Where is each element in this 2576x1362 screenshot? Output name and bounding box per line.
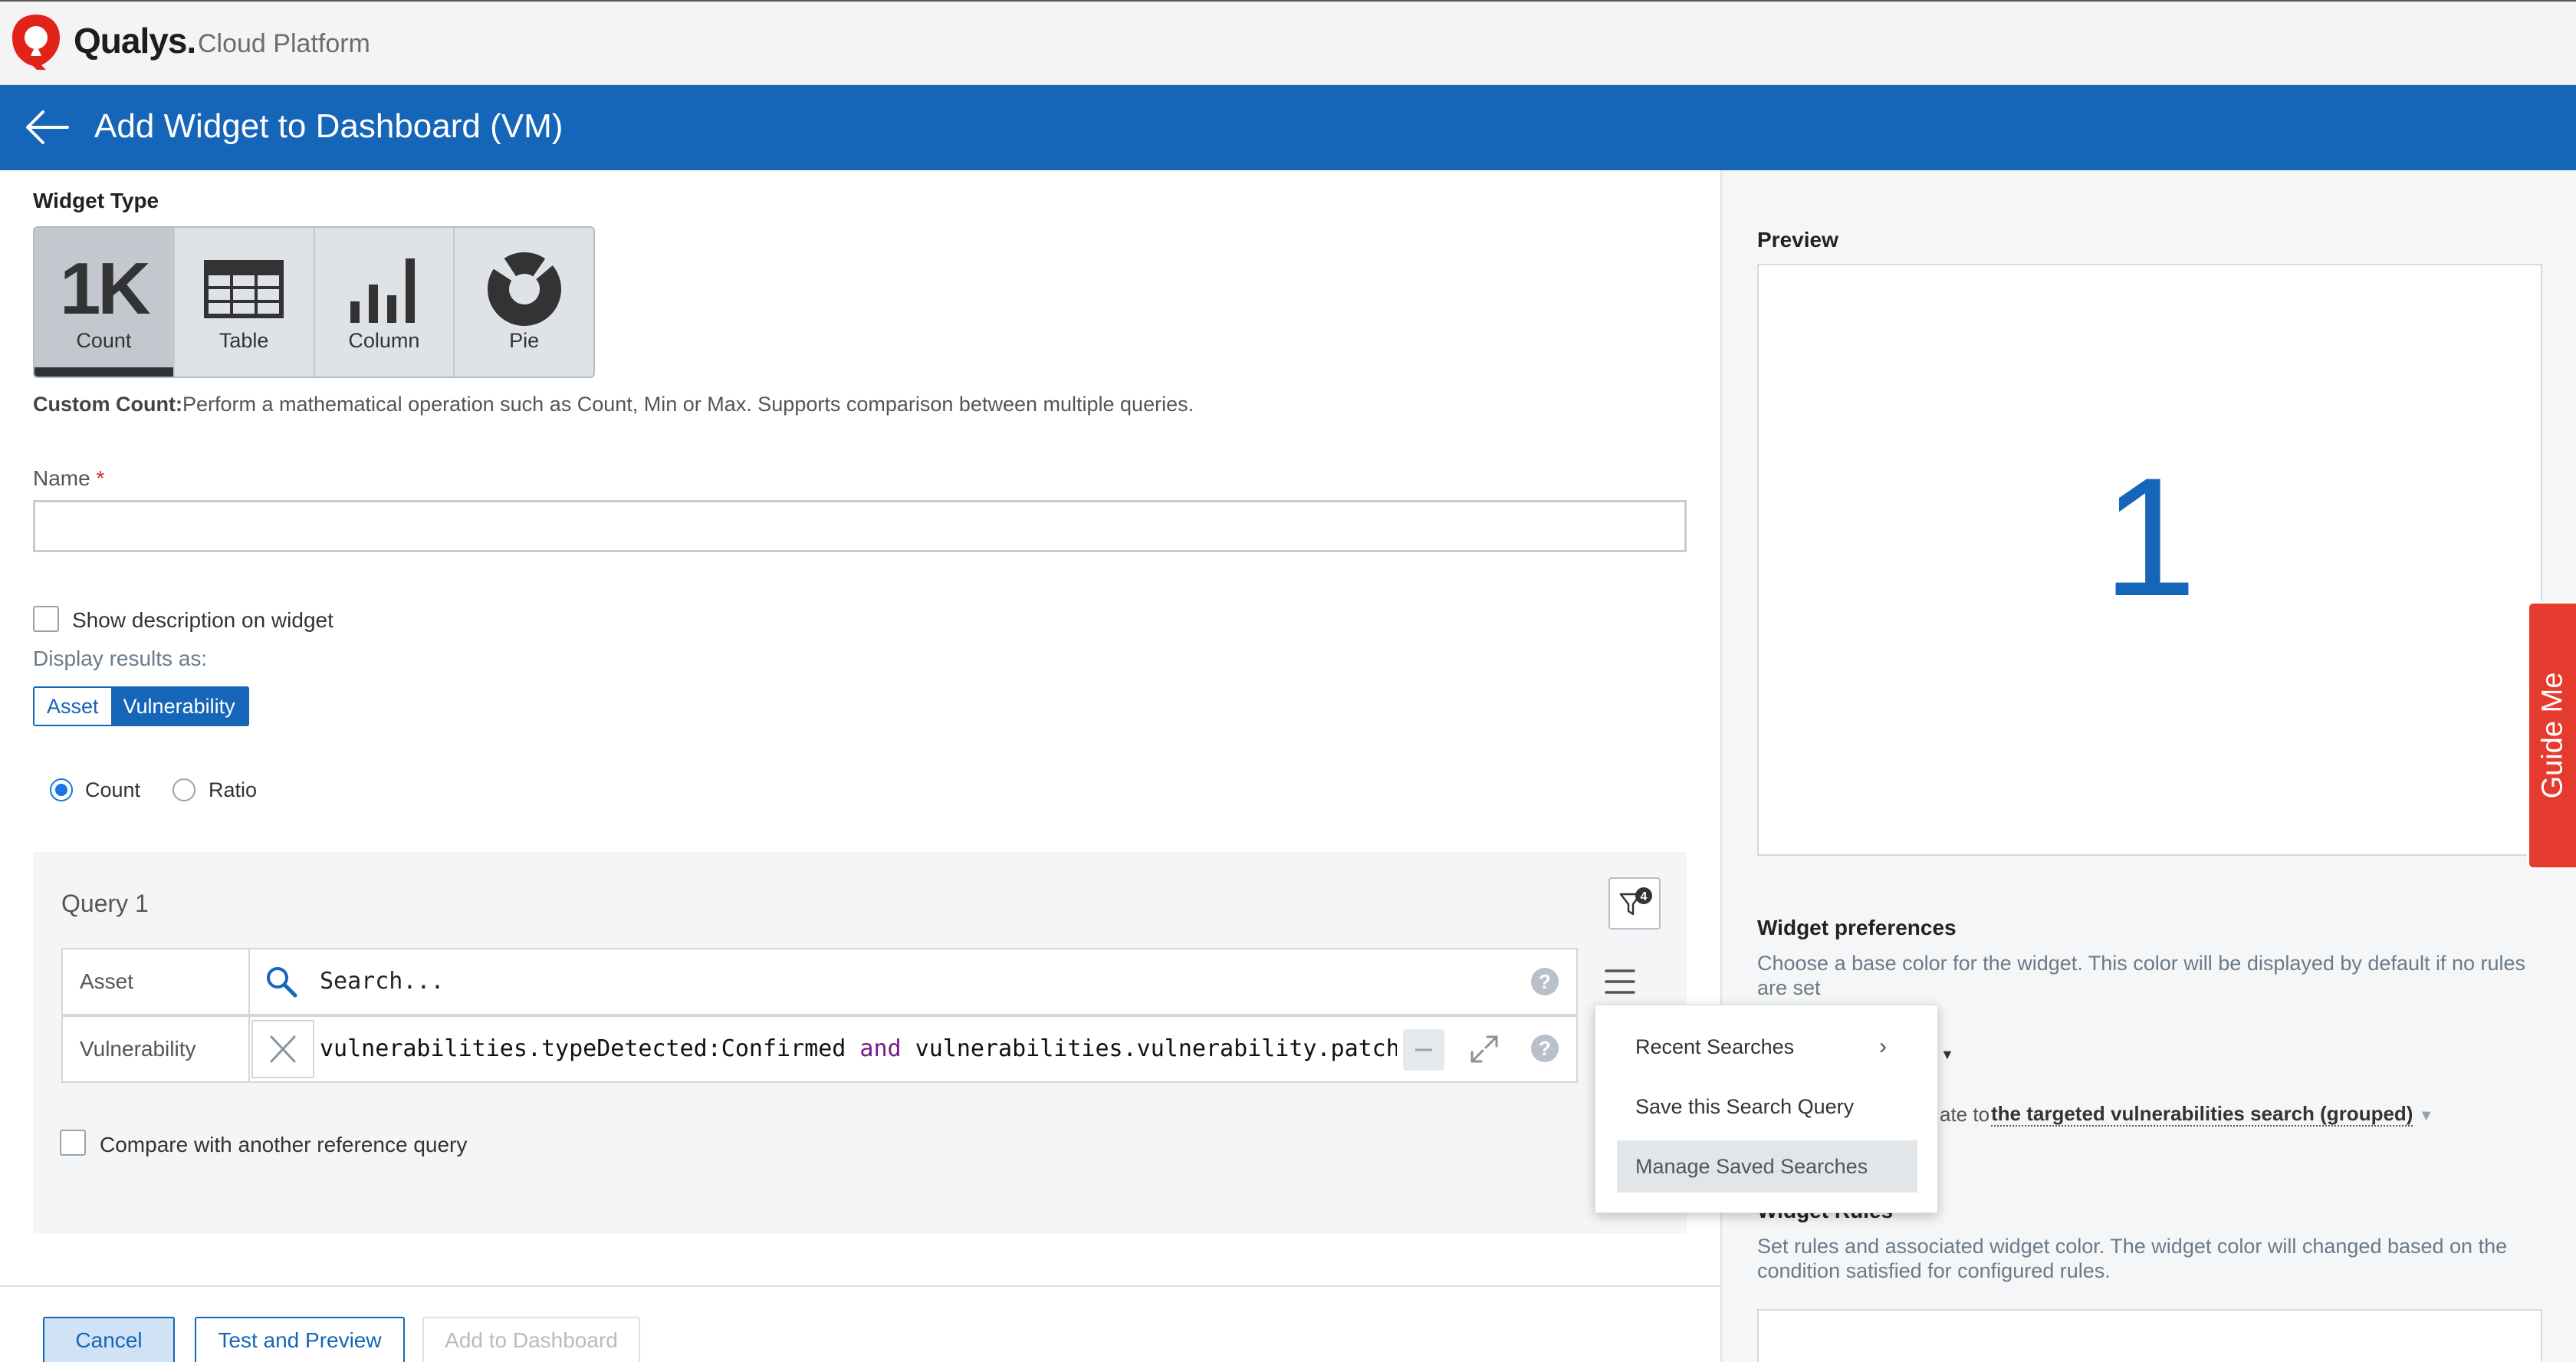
display-vulnerability-option[interactable]: Vulnerability bbox=[110, 688, 248, 725]
menu-save-search-query[interactable]: Save this Search Query bbox=[1595, 1081, 1939, 1133]
navigate-link[interactable]: the targeted vulnerabilities search (gro… bbox=[1991, 1102, 2434, 1127]
ratio-radio[interactable] bbox=[172, 778, 196, 801]
clear-x-icon bbox=[270, 1035, 296, 1063]
asset-search-input[interactable]: Search... bbox=[320, 968, 445, 995]
expand-icon[interactable] bbox=[1467, 1032, 1501, 1066]
navigate-caret-icon: ▼ bbox=[2418, 1107, 2434, 1124]
footer-divider bbox=[0, 1285, 1720, 1287]
compare-label: Compare with another reference query bbox=[100, 1133, 468, 1156]
filter-icon: 4 bbox=[1619, 887, 1652, 916]
query-title: Query 1 bbox=[61, 890, 149, 917]
show-description-label: Show description on widget bbox=[72, 608, 334, 632]
asset-query-label: Asset bbox=[61, 948, 250, 1015]
widget-type-label: Widget Type bbox=[33, 189, 159, 212]
brand-name: Qualys. bbox=[74, 21, 196, 61]
widget-type-count[interactable]: 1K Count bbox=[34, 228, 175, 377]
compare-checkbox[interactable] bbox=[60, 1130, 86, 1156]
preview-value: 1 bbox=[2102, 442, 2197, 631]
count-1k-icon: 1K bbox=[60, 247, 151, 330]
table-icon bbox=[202, 252, 285, 326]
widget-type-table[interactable]: Table bbox=[175, 228, 315, 377]
widget-type-pie-label: Pie bbox=[509, 328, 540, 352]
guide-me-tab[interactable]: Guide Me bbox=[2527, 601, 2576, 870]
asset-search-row[interactable] bbox=[248, 948, 1578, 1015]
show-description-checkbox[interactable] bbox=[33, 606, 59, 632]
widget-type-pie[interactable]: Pie bbox=[455, 228, 593, 377]
widget-type-count-label: Count bbox=[76, 328, 132, 352]
display-asset-option[interactable]: Asset bbox=[34, 688, 111, 725]
widget-type-selector: 1K Count Table Column Pie bbox=[33, 226, 595, 378]
cancel-button[interactable]: Cancel bbox=[43, 1317, 175, 1362]
name-input[interactable] bbox=[33, 500, 1687, 552]
brand-subtitle: Cloud Platform bbox=[198, 29, 370, 58]
widget-preferences-title: Widget preferences bbox=[1757, 916, 1957, 939]
name-label: Name * bbox=[33, 466, 105, 490]
page-title: Add Widget to Dashboard (VM) bbox=[94, 107, 564, 145]
test-and-preview-button[interactable]: Test and Preview bbox=[195, 1317, 405, 1362]
filter-badge-count: 4 bbox=[1641, 890, 1648, 903]
guide-me-label: Guide Me bbox=[2536, 672, 2568, 799]
widget-rules-box bbox=[1757, 1309, 2542, 1362]
widget-type-column[interactable]: Column bbox=[315, 228, 455, 377]
preview-label: Preview bbox=[1757, 228, 1838, 252]
count-radio-label: Count bbox=[85, 778, 141, 801]
collapse-button[interactable] bbox=[1403, 1029, 1444, 1071]
navigate-prefix: ate to bbox=[1940, 1103, 1990, 1126]
vulnerability-query-label: Vulnerability bbox=[61, 1015, 250, 1083]
menu-manage-saved-searches[interactable]: Manage Saved Searches bbox=[1617, 1140, 1917, 1193]
filter-button[interactable]: 4 bbox=[1608, 877, 1661, 929]
back-arrow-icon[interactable] bbox=[23, 107, 71, 147]
minus-icon bbox=[1415, 1048, 1432, 1051]
search-icon bbox=[267, 967, 297, 998]
column-chart-icon bbox=[346, 252, 422, 326]
color-dropdown-caret-icon[interactable]: ▼ bbox=[1940, 1047, 1954, 1063]
display-results-label: Display results as: bbox=[33, 646, 208, 670]
qualys-logo-icon bbox=[12, 15, 60, 70]
asset-help-icon[interactable]: ? bbox=[1531, 968, 1559, 995]
display-results-toggle: Asset Vulnerability bbox=[33, 686, 249, 726]
vulnerability-help-icon[interactable]: ? bbox=[1531, 1035, 1559, 1062]
top-bar bbox=[0, 0, 2576, 85]
vulnerability-query-text[interactable]: vulnerabilities.typeDetected:Confirmed a… bbox=[320, 1035, 1397, 1062]
count-radio[interactable] bbox=[50, 778, 73, 801]
widget-type-table-label: Table bbox=[219, 328, 269, 352]
search-options-menu: Recent Searches › Save this Search Query… bbox=[1595, 1005, 1938, 1213]
menu-recent-searches[interactable]: Recent Searches › bbox=[1595, 1021, 1939, 1073]
pie-chart-icon bbox=[486, 252, 563, 326]
add-to-dashboard-button: Add to Dashboard bbox=[422, 1317, 640, 1362]
ratio-radio-label: Ratio bbox=[209, 778, 258, 801]
widget-type-column-label: Column bbox=[348, 328, 420, 352]
chevron-right-icon: › bbox=[1879, 1034, 1887, 1059]
clear-query-button[interactable] bbox=[251, 1020, 314, 1078]
widget-preferences-desc: Choose a base color for the widget. This… bbox=[1757, 952, 2526, 999]
menu-icon[interactable] bbox=[1605, 968, 1635, 995]
widget-type-description: Custom Count:Perform a mathematical oper… bbox=[33, 393, 1194, 416]
widget-rules-desc: Set rules and associated widget color. T… bbox=[1757, 1235, 2508, 1282]
